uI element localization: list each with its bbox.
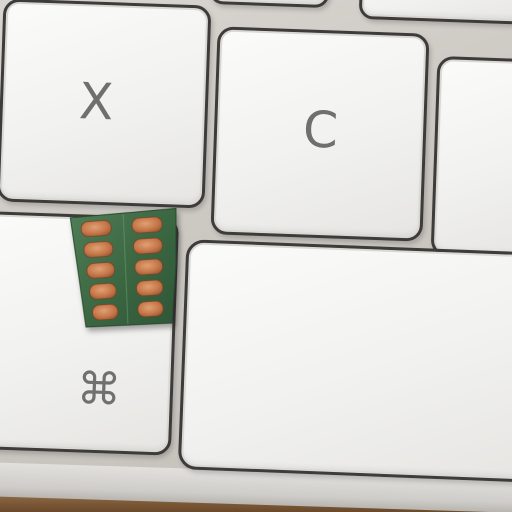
pill: [131, 216, 163, 234]
pill: [92, 303, 119, 321]
key-x[interactable]: X: [0, 0, 212, 209]
keyboard-photo: X C ⌘: [0, 0, 512, 512]
key-x-legend: X: [78, 72, 115, 132]
command-icon: ⌘: [76, 363, 122, 416]
pill: [89, 282, 117, 300]
key-c-legend: C: [302, 100, 340, 160]
pill: [133, 237, 163, 255]
pill: [86, 261, 115, 279]
pill: [137, 300, 164, 318]
pill: [134, 258, 164, 276]
key-v-partial[interactable]: [430, 55, 512, 261]
pill: [80, 220, 112, 238]
key-spacebar[interactable]: [177, 239, 512, 483]
key-top-row-partial[interactable]: [208, 0, 332, 9]
pill-blister-icon: [69, 207, 177, 328]
key-c[interactable]: C: [210, 26, 430, 242]
pill: [136, 279, 164, 297]
key-top-row-right-partial[interactable]: [358, 0, 512, 26]
pill: [83, 241, 114, 258]
